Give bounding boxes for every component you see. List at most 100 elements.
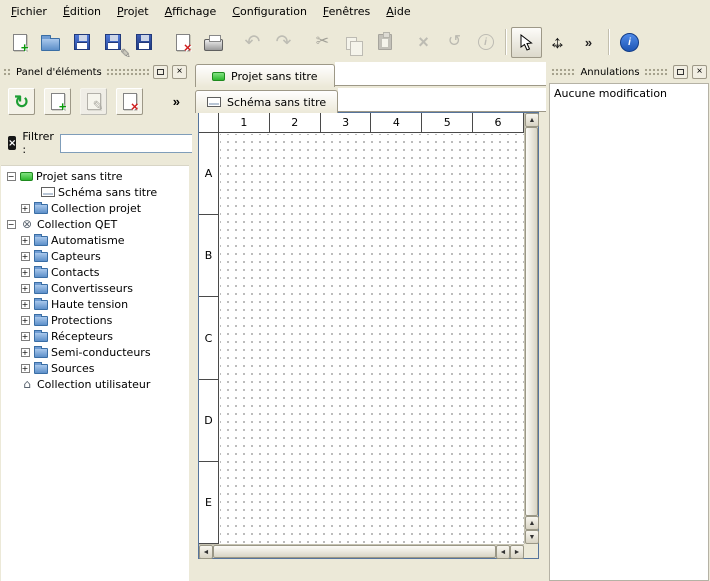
redo-button[interactable]: ↷ xyxy=(268,27,299,58)
paste-button[interactable] xyxy=(369,27,400,58)
new-element-button[interactable]: + xyxy=(44,88,71,115)
application-window: Fichier Édition Projet Affichage Configu… xyxy=(0,0,710,581)
scroll-left-button[interactable]: ◄ xyxy=(496,545,510,559)
delete-button[interactable]: × xyxy=(408,27,439,58)
about-button[interactable]: i xyxy=(614,27,645,58)
dock-grip[interactable] xyxy=(3,68,12,77)
tree-item-haute-tension[interactable]: + Haute tension xyxy=(1,296,189,312)
filter-input[interactable] xyxy=(60,134,213,153)
edit-element-button[interactable]: ✎ xyxy=(80,88,107,115)
collapse-icon[interactable]: − xyxy=(7,172,16,181)
undo-icon: ↶ xyxy=(245,33,261,52)
diagram-grid[interactable] xyxy=(220,134,524,544)
save-as-button[interactable]: ✎ xyxy=(97,27,128,58)
tree-item-collection-qet[interactable]: − ⊗ Collection QET xyxy=(1,216,189,232)
tree-item-protections[interactable]: + Protections xyxy=(1,312,189,328)
tree-item-recepteurs[interactable]: + Récepteurs xyxy=(1,328,189,344)
menu-affichage[interactable]: Affichage xyxy=(157,2,225,21)
folder-icon xyxy=(34,284,48,294)
menu-configuration[interactable]: Configuration xyxy=(224,2,315,21)
tree-item-capteurs[interactable]: + Capteurs xyxy=(1,248,189,264)
save-all-button[interactable] xyxy=(128,27,159,58)
close-panel-button[interactable]: × xyxy=(692,65,707,79)
delete-element-button[interactable]: × xyxy=(116,88,143,115)
folder-icon xyxy=(34,300,48,310)
horizontal-scroll-thumb[interactable] xyxy=(213,545,496,558)
undo-panel-titlebar[interactable]: Annulations × xyxy=(551,64,707,80)
scroll-left-button[interactable]: ◄ xyxy=(199,545,213,559)
open-folder-icon xyxy=(41,38,60,51)
expand-icon[interactable]: + xyxy=(21,348,30,357)
dock-grip[interactable] xyxy=(551,68,576,77)
close-file-button[interactable]: × xyxy=(167,27,198,58)
scroll-up-button[interactable]: ▲ xyxy=(525,113,539,127)
tab-bar-filler xyxy=(335,62,547,86)
copy-icon xyxy=(346,37,357,50)
diagram-view[interactable]: 1 2 3 4 5 6 A B C D E ▲ xyxy=(198,112,539,559)
expand-icon[interactable]: + xyxy=(21,316,30,325)
menu-edition[interactable]: Édition xyxy=(55,2,109,21)
cut-button[interactable]: ✂ xyxy=(307,27,338,58)
expand-icon[interactable]: + xyxy=(21,268,30,277)
tree-item-sources[interactable]: + Sources xyxy=(1,360,189,376)
tree-item-automatisme[interactable]: + Automatisme xyxy=(1,232,189,248)
project-icon xyxy=(20,172,33,181)
expand-icon[interactable]: + xyxy=(21,300,30,309)
main-toolbar: + ✎ × ↶ ↷ ✂ xyxy=(0,22,710,62)
dock-grip[interactable] xyxy=(106,68,149,77)
tree-item-contacts[interactable]: + Contacts xyxy=(1,264,189,280)
tree-item-schema[interactable]: Schéma sans titre xyxy=(1,184,189,200)
delete-cross-icon: × xyxy=(418,33,429,51)
select-mode-button[interactable] xyxy=(511,27,542,58)
tab-project[interactable]: Projet sans titre xyxy=(195,64,335,87)
scroll-down-button[interactable]: ▼ xyxy=(525,530,539,544)
clear-filter-icon[interactable]: × xyxy=(8,136,16,150)
save-button[interactable] xyxy=(66,27,97,58)
rotate-button[interactable]: ↺ xyxy=(439,27,470,58)
float-panel-button[interactable] xyxy=(153,65,168,79)
expand-icon[interactable]: + xyxy=(21,364,30,373)
column-header: 2 xyxy=(270,113,321,132)
expand-icon[interactable]: + xyxy=(21,284,30,293)
undo-history-list[interactable]: Aucune modification xyxy=(549,83,709,581)
collapse-icon[interactable]: − xyxy=(7,220,16,229)
schema-icon xyxy=(41,187,55,197)
open-project-button[interactable] xyxy=(35,27,66,58)
undo-button[interactable]: ↶ xyxy=(237,27,268,58)
new-element-icon: + xyxy=(51,93,65,110)
close-panel-button[interactable]: × xyxy=(172,65,187,79)
panel-overflow-button[interactable]: » xyxy=(171,94,182,109)
menu-aide[interactable]: Aide xyxy=(378,2,418,21)
scroll-right-button[interactable]: ► xyxy=(510,545,524,559)
expand-icon[interactable]: + xyxy=(21,332,30,341)
scroll-up-button[interactable]: ▲ xyxy=(525,516,539,530)
tab-schema[interactable]: Schéma sans titre xyxy=(195,90,338,113)
toolbar-overflow-button[interactable]: » xyxy=(573,27,604,58)
pan-mode-button[interactable]: ↔ ↕ xyxy=(542,27,573,58)
expand-icon[interactable]: + xyxy=(21,204,30,213)
elements-panel-titlebar[interactable]: Panel d'éléments × xyxy=(3,64,187,80)
vertical-scroll-thumb[interactable] xyxy=(525,127,538,516)
dock-grip[interactable] xyxy=(644,68,669,77)
menu-fichier[interactable]: Fichier xyxy=(3,2,55,21)
vertical-scrollbar[interactable]: ▲ ▲ ▼ xyxy=(524,113,538,544)
tree-item-collection-projet[interactable]: + Collection projet xyxy=(1,200,189,216)
menu-fenetres[interactable]: Fenêtres xyxy=(315,2,378,21)
expand-icon[interactable]: + xyxy=(21,252,30,261)
print-button[interactable] xyxy=(198,27,229,58)
menu-projet[interactable]: Projet xyxy=(109,2,157,21)
tree-item-collection-utilisateur[interactable]: ⌂ Collection utilisateur xyxy=(1,376,189,392)
tree-item-project[interactable]: − Projet sans titre xyxy=(1,168,189,184)
row-ruler: A B C D E xyxy=(199,133,219,544)
filter-label: Filtrer : xyxy=(22,130,54,156)
reload-collections-button[interactable]: ↻ xyxy=(8,88,35,115)
float-panel-button[interactable] xyxy=(673,65,688,79)
horizontal-scrollbar[interactable]: ◄ ◄ ► xyxy=(199,544,524,558)
new-project-button[interactable]: + xyxy=(4,27,35,58)
element-info-button[interactable]: i xyxy=(470,27,501,58)
expand-icon[interactable]: + xyxy=(21,236,30,245)
tree-item-convertisseurs[interactable]: + Convertisseurs xyxy=(1,280,189,296)
tree-item-semi-conducteurs[interactable]: + Semi-conducteurs xyxy=(1,344,189,360)
copy-button[interactable] xyxy=(338,27,369,58)
column-ruler: 1 2 3 4 5 6 xyxy=(219,113,524,133)
